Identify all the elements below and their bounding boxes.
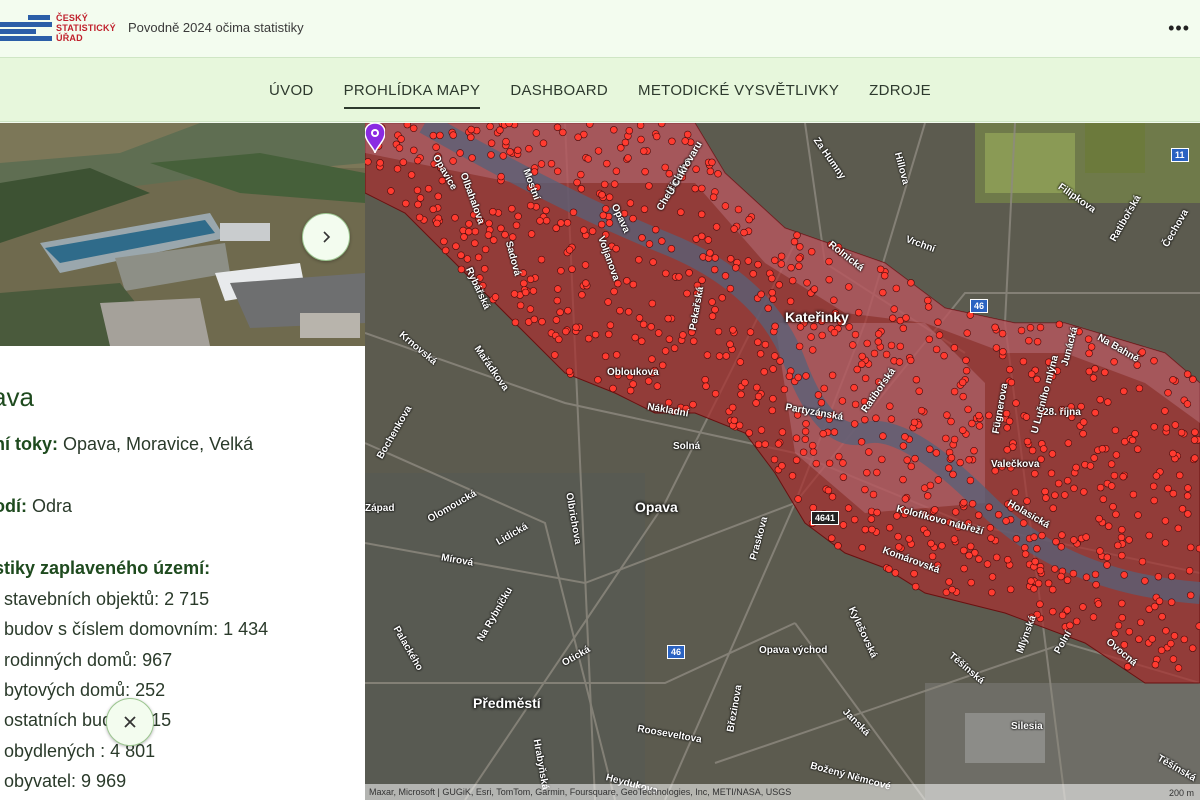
map-attribution: Maxar, Microsoft | GUGiK, Esri, TomTom, … (365, 784, 1200, 800)
close-icon (124, 716, 136, 728)
road-shield: 46 (667, 645, 686, 659)
location-pin-icon[interactable] (365, 123, 385, 159)
chevron-right-icon (323, 231, 331, 243)
next-slide-button[interactable] (302, 213, 350, 261)
page-title: Povodně 2024 očima statistiky (128, 20, 304, 35)
more-menu-button[interactable]: ••• (1168, 18, 1190, 39)
street-label: Opava východ (759, 645, 828, 656)
flood-map[interactable]: Kateřinky Opava Předměstí Chelčického U … (365, 123, 1200, 800)
logo-text: ČESKÝ STATISTICKÝ ÚŘAD (56, 13, 116, 43)
stat-line: t bytových domů: 252 (0, 680, 166, 700)
street-label: Valečkova (991, 459, 1040, 470)
street-label: 28. října (1043, 407, 1081, 418)
tab-0[interactable]: ÚVOD (269, 76, 314, 105)
road-shield: 46 (970, 299, 989, 313)
czso-logo[interactable]: ČESKÝ STATISTICKÝ ÚŘAD (0, 13, 120, 45)
road-shield: 4641 (811, 511, 840, 525)
locality-info: ava ní toky: Opava, Moravice, Velká odí:… (0, 346, 365, 800)
stats-heading: stiky zaplaveného území: (0, 558, 211, 578)
district-label: Opava (635, 499, 678, 515)
stat-line: t budov s číslem domovním: 1 434 (0, 619, 269, 639)
main-navigation: ÚVOD PROHLÍDKA MAPY DASHBOARD METODICKÉ VYS… (0, 58, 1200, 122)
district-label: Předměstí (473, 695, 541, 711)
stat-line: t obyvatel: 9 969 (0, 771, 127, 791)
locality-name: ava (0, 382, 34, 412)
tab-1[interactable]: PROHLÍDKA MAPY (343, 76, 481, 109)
story-side-panel: ava ní toky: Opava, Moravice, Velká odí:… (0, 123, 365, 800)
tab-3[interactable]: METODICKÉ VYSVĚTLIVKY (638, 76, 839, 105)
map-scale: 200 m (1168, 788, 1194, 798)
stat-line: t stavebních objektů: 2 715 (0, 589, 210, 609)
street-label: Obloukova (607, 367, 659, 378)
logo-bars-icon (0, 15, 52, 43)
rivers-row: ní toky: Opava, Moravice, Velká (0, 434, 254, 454)
basin-row: odí: Odra (0, 496, 73, 516)
street-label: Silesia (1011, 721, 1043, 732)
road-shield: 11 (1171, 148, 1189, 162)
close-panel-button[interactable] (106, 698, 154, 746)
app-header: ČESKÝ STATISTICKÝ ÚŘAD Povodně 2024 očim… (0, 0, 1200, 58)
tab-4[interactable]: ZDROJE (869, 76, 931, 105)
stat-line: t rodinných domů: 967 (0, 650, 173, 670)
tab-2[interactable]: DASHBOARD (510, 76, 608, 105)
street-label: Západ (365, 503, 395, 514)
street-label: Solná (673, 441, 701, 452)
district-label: Kateřinky (785, 309, 849, 325)
